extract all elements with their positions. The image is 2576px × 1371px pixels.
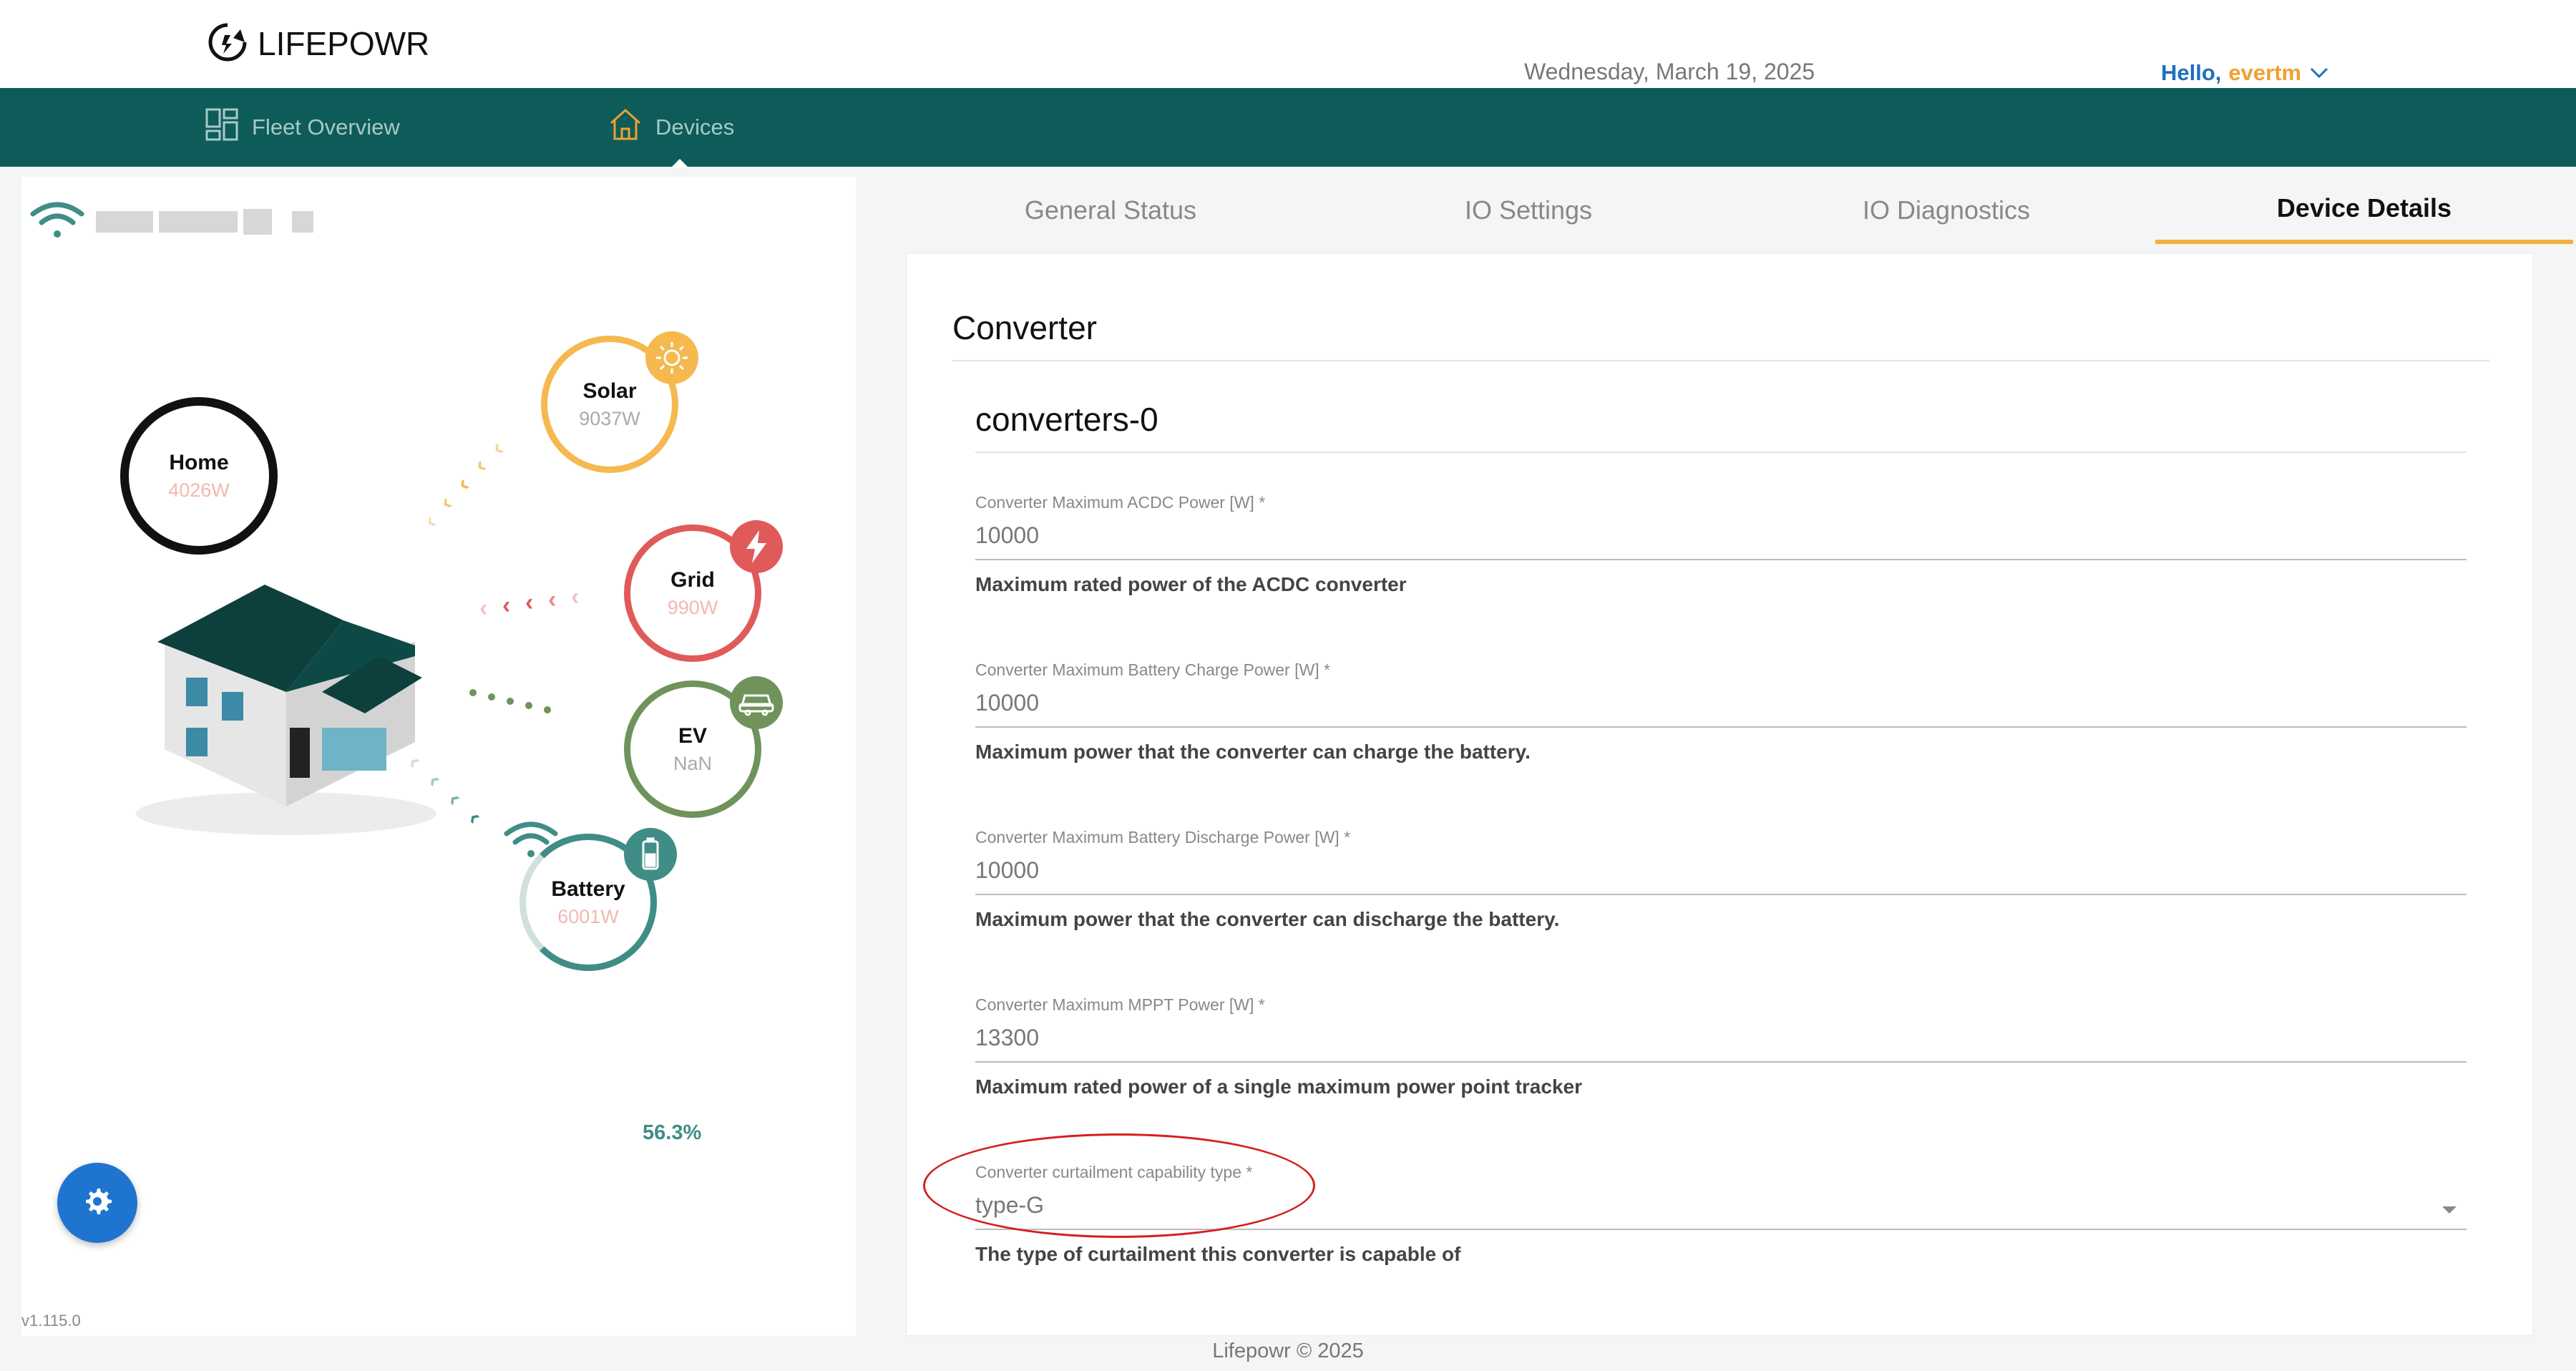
- username: evertm: [2228, 60, 2302, 85]
- chevron-down-icon: [2308, 60, 2330, 86]
- max-battery-discharge-power-input[interactable]: 10000: [975, 857, 2467, 895]
- solar-value: 9037W: [579, 407, 640, 429]
- wifi-icon: [29, 198, 86, 245]
- grid-icon: [205, 107, 239, 147]
- current-date: Wednesday, March 19, 2025: [1524, 59, 1815, 84]
- house-icon: [608, 107, 643, 147]
- tab-general-status[interactable]: General Status: [902, 177, 1319, 244]
- top-header: LIFEPOWR Wednesday, March 19, 2025 Hello…: [0, 0, 2576, 88]
- active-nav-indicator: [671, 159, 688, 167]
- device-name-redacted: [96, 208, 313, 235]
- app-version: v1.115.0: [21, 1312, 81, 1329]
- battery-icon: [624, 828, 677, 881]
- max-battery-charge-power-input[interactable]: 10000: [975, 690, 2467, 728]
- footer: Lifepowr © 2025: [1212, 1340, 1364, 1362]
- highlight-annotation: [923, 1133, 1315, 1238]
- nav-fleet-overview-label: Fleet Overview: [252, 114, 400, 140]
- main-nav: Fleet Overview Devices: [0, 88, 2576, 167]
- subsection-title: converters-0: [975, 400, 2467, 453]
- field-help: Maximum power that the converter can dis…: [975, 908, 1560, 930]
- field-label: Converter Maximum Battery Discharge Powe…: [975, 828, 1351, 846]
- home-node[interactable]: Home 4026W: [120, 397, 278, 555]
- user-menu[interactable]: Hello, evertm: [2161, 60, 2330, 86]
- greeting: Hello,: [2161, 60, 2222, 85]
- device-tabs: General Status IO Settings IO Diagnostic…: [856, 177, 2576, 248]
- logo-text: LIFEPOWR: [258, 25, 430, 62]
- solar-label: Solar: [582, 379, 637, 403]
- home-label: Home: [169, 450, 229, 474]
- device-header: [29, 198, 313, 245]
- gear-icon: [82, 1186, 113, 1221]
- tab-io-settings[interactable]: IO Settings: [1319, 177, 1737, 244]
- ev-value: NaN: [673, 752, 712, 774]
- battery-value: 6001W: [557, 905, 619, 927]
- home-value: 4026W: [168, 479, 230, 501]
- dropdown-arrow-icon[interactable]: [2442, 1206, 2457, 1214]
- nav-devices-label: Devices: [655, 114, 735, 140]
- nav-fleet-overview[interactable]: Fleet Overview: [205, 88, 400, 167]
- lifepowr-logo-icon: [205, 19, 250, 69]
- field-help: The type of curtailment this converter i…: [975, 1243, 1461, 1265]
- lightning-icon: [730, 520, 783, 573]
- car-icon: [730, 676, 783, 729]
- logo[interactable]: LIFEPOWR: [205, 19, 429, 69]
- field-max-acdc-power: Converter Maximum ACDC Power [W] * 10000…: [975, 493, 2467, 596]
- house-illustration: [107, 513, 479, 846]
- max-acdc-power-input[interactable]: 10000: [975, 522, 2467, 560]
- field-max-battery-discharge-power: Converter Maximum Battery Discharge Powe…: [975, 828, 2467, 931]
- field-help: Maximum power that the converter can cha…: [975, 741, 1531, 763]
- section-title: Converter: [952, 308, 2489, 361]
- field-label: Converter Maximum ACDC Power [W] *: [975, 493, 1266, 512]
- ev-label: EV: [678, 723, 708, 748]
- grid-value: 990W: [667, 596, 718, 618]
- field-max-mppt-power: Converter Maximum MPPT Power [W] * 13300…: [975, 995, 2467, 1098]
- sun-icon: [645, 331, 698, 384]
- device-overview-panel: Home 4026W Solar 9037W Grid 990W EV NaN: [21, 177, 856, 1336]
- field-max-battery-charge-power: Converter Maximum Battery Charge Power […: [975, 660, 2467, 763]
- nav-devices[interactable]: Devices: [608, 88, 734, 167]
- field-label: Converter Maximum Battery Charge Power […: [975, 660, 1330, 679]
- field-help: Maximum rated power of the ACDC converte…: [975, 573, 1407, 595]
- field-label: Converter Maximum MPPT Power [W] *: [975, 995, 1265, 1014]
- battery-label: Battery: [551, 877, 625, 901]
- field-help: Maximum rated power of a single maximum …: [975, 1075, 1582, 1098]
- grid-label: Grid: [670, 567, 715, 592]
- max-mppt-power-input[interactable]: 13300: [975, 1025, 2467, 1063]
- battery-percentage: 56.3%: [643, 1121, 702, 1144]
- tab-io-diagnostics[interactable]: IO Diagnostics: [1737, 177, 2155, 244]
- tab-device-details[interactable]: Device Details: [2155, 177, 2573, 244]
- settings-button[interactable]: [57, 1163, 137, 1243]
